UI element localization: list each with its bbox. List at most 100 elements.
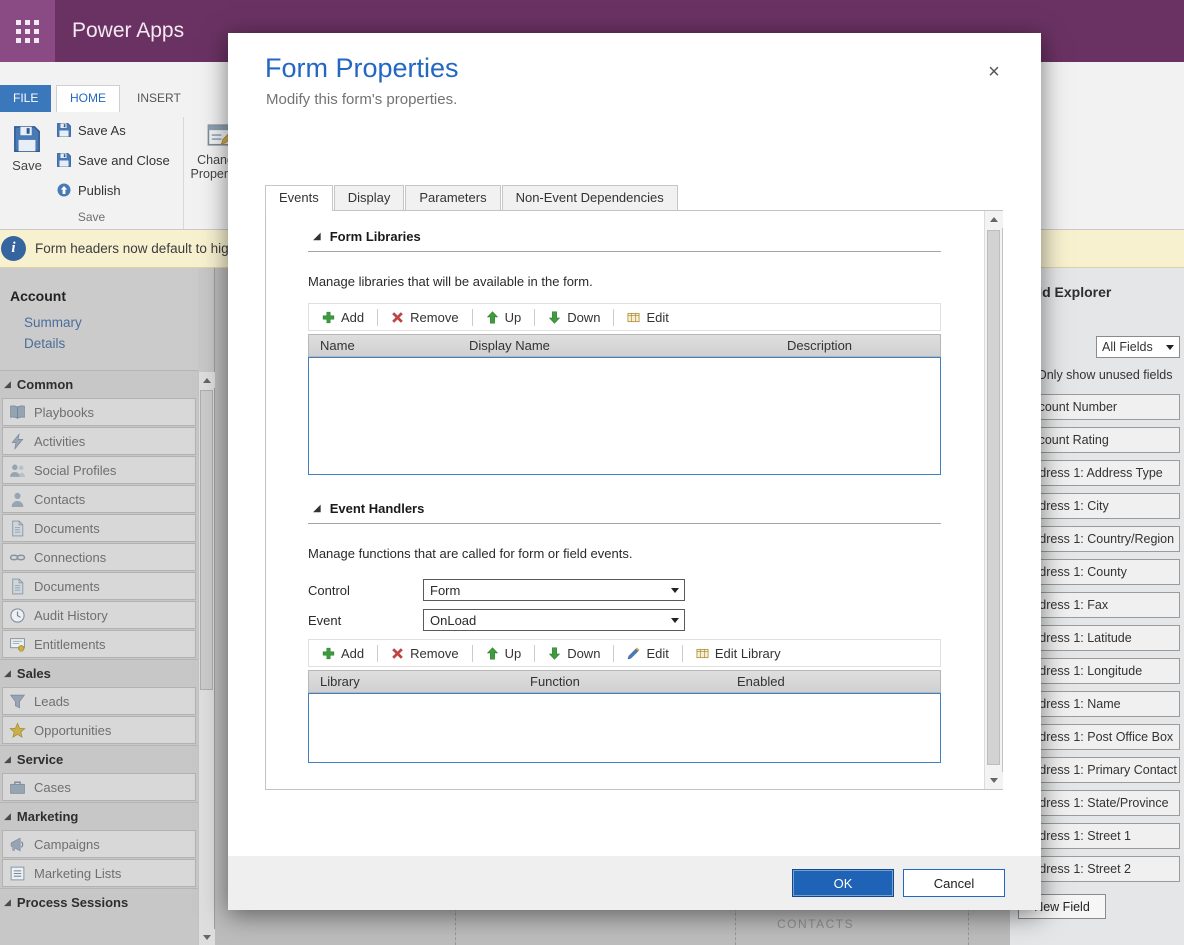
form-libraries-description: Manage libraries that will be available … xyxy=(308,274,941,289)
tool-label: Up xyxy=(505,646,522,661)
tab-events[interactable]: Events xyxy=(265,185,333,211)
scroll-up-button[interactable] xyxy=(985,211,1003,228)
tab-home[interactable]: HOME xyxy=(56,85,120,112)
scrollbar-thumb[interactable] xyxy=(987,230,1000,765)
sidebar-item-playbooks[interactable]: Playbooks xyxy=(2,398,196,426)
tab-parameters[interactable]: Parameters xyxy=(405,185,500,210)
up-button[interactable]: Up xyxy=(480,310,528,325)
add-icon xyxy=(322,647,335,660)
event-handlers-table-body[interactable] xyxy=(308,693,941,763)
field-item[interactable]: Address 1: Primary Contact Name xyxy=(1018,757,1180,783)
down-icon xyxy=(548,647,561,660)
playbooks-icon xyxy=(9,404,26,421)
sidebar-item-cases[interactable]: Cases xyxy=(2,773,196,801)
sidebar-item-social-profiles[interactable]: Social Profiles xyxy=(2,456,196,484)
unused-fields-label: Only show unused fields xyxy=(1037,368,1173,382)
nav-section-sales[interactable]: ◢ Sales xyxy=(0,659,198,686)
sidebar-item-activities[interactable]: Activities xyxy=(2,427,196,455)
sidebar-item-opportunities[interactable]: Opportunities xyxy=(2,716,196,744)
save-and-close-button[interactable]: Save and Close xyxy=(56,150,170,170)
nav-section-service[interactable]: ◢ Service xyxy=(0,745,198,772)
remove-icon xyxy=(391,647,404,660)
column-header: Library xyxy=(320,674,360,689)
nav-section-process-sessions[interactable]: ◢ Process Sessions xyxy=(0,888,198,915)
sidebar-item-audit-history[interactable]: Audit History xyxy=(2,601,196,629)
tab-file[interactable]: FILE xyxy=(0,85,51,112)
add-button[interactable]: Add xyxy=(316,310,370,325)
edit-button[interactable]: Edit xyxy=(621,310,674,325)
field-item[interactable]: Address 1: County xyxy=(1018,559,1180,585)
field-item[interactable]: Account Number xyxy=(1018,394,1180,420)
remove-button[interactable]: Remove xyxy=(385,646,464,661)
add-button[interactable]: Add xyxy=(316,646,370,661)
form-navigator: Account Summary Details ◢ Common Playboo… xyxy=(0,268,215,945)
nav-link-summary[interactable]: Summary xyxy=(10,312,198,333)
field-item[interactable]: Address 1: Street 2 xyxy=(1018,856,1180,882)
sidebar-item-label: Campaigns xyxy=(34,837,100,852)
dialog-scrollbar[interactable] xyxy=(984,211,1002,789)
arrow-up-icon xyxy=(203,378,211,383)
arrow-down-icon xyxy=(203,935,211,940)
field-filter-select[interactable]: All Fields xyxy=(1096,336,1180,358)
cancel-button[interactable]: Cancel xyxy=(903,869,1005,897)
nav-section-common[interactable]: ◢ Common xyxy=(0,370,198,397)
tab-non-event-dependencies[interactable]: Non-Event Dependencies xyxy=(502,185,678,210)
edit-button[interactable]: Edit xyxy=(621,646,674,661)
scrollbar-thumb[interactable] xyxy=(200,390,213,690)
sidebar-item-marketing-lists[interactable]: Marketing Lists xyxy=(2,859,196,887)
tab-display[interactable]: Display xyxy=(334,185,405,210)
scroll-down-button[interactable] xyxy=(985,772,1003,789)
sidebar-item-connections[interactable]: Connections xyxy=(2,543,196,571)
toolbar-separator xyxy=(472,645,473,662)
canvas-footer-tab-contacts[interactable]: CONTACTS xyxy=(777,917,854,931)
save-button[interactable]: Save xyxy=(4,124,50,173)
edit-library-button[interactable]: Edit Library xyxy=(690,646,787,661)
tab-insert[interactable]: INSERT xyxy=(124,85,194,112)
field-item[interactable]: Account Rating xyxy=(1018,427,1180,453)
publish-button[interactable]: Publish xyxy=(56,180,121,200)
field-item[interactable]: Address 1: Street 1 xyxy=(1018,823,1180,849)
field-item[interactable]: Address 1: Country/Region xyxy=(1018,526,1180,552)
nav-section-marketing[interactable]: ◢ Marketing xyxy=(0,802,198,829)
collapse-icon: ◢ xyxy=(4,755,11,764)
remove-button[interactable]: Remove xyxy=(385,310,464,325)
control-select[interactable]: Form xyxy=(423,579,685,601)
scroll-up-button[interactable] xyxy=(199,372,215,388)
down-button[interactable]: Down xyxy=(542,646,606,661)
dialog-tab-content: ◢ Form Libraries Manage libraries that w… xyxy=(265,210,1003,790)
tool-label: Remove xyxy=(410,310,458,325)
publish-label: Publish xyxy=(78,183,121,198)
field-item[interactable]: Address 1: Name xyxy=(1018,691,1180,717)
column-header: Enabled xyxy=(737,674,785,689)
form-libraries-table-body[interactable] xyxy=(308,357,941,475)
sidebar-item-contacts[interactable]: Contacts xyxy=(2,485,196,513)
navigator-scrollbar[interactable] xyxy=(198,372,214,945)
up-button[interactable]: Up xyxy=(480,646,528,661)
sidebar-item-campaigns[interactable]: Campaigns xyxy=(2,830,196,858)
field-filter-value: All Fields xyxy=(1102,340,1153,354)
scroll-down-button[interactable] xyxy=(199,929,215,945)
sidebar-item-entitlements[interactable]: Entitlements xyxy=(2,630,196,658)
sidebar-item-label: Documents xyxy=(34,579,100,594)
save-as-button[interactable]: Save As xyxy=(56,120,126,140)
dialog-title: Form Properties xyxy=(265,53,459,84)
sidebar-item-documents[interactable]: Documents xyxy=(2,514,196,542)
event-select[interactable]: OnLoad xyxy=(423,609,685,631)
ok-button[interactable]: OK xyxy=(792,869,894,897)
field-item[interactable]: Address 1: Longitude xyxy=(1018,658,1180,684)
field-item[interactable]: Address 1: City xyxy=(1018,493,1180,519)
field-item[interactable]: Address 1: Post Office Box xyxy=(1018,724,1180,750)
close-icon[interactable]: × xyxy=(983,61,1005,83)
event-handlers-section-header[interactable]: ◢ Event Handlers xyxy=(313,501,941,516)
nav-link-details[interactable]: Details xyxy=(10,333,198,354)
field-item[interactable]: Address 1: Address Type xyxy=(1018,460,1180,486)
form-libraries-section-header[interactable]: ◢ Form Libraries xyxy=(313,229,941,244)
field-item[interactable]: Address 1: Latitude xyxy=(1018,625,1180,651)
app-launcher-button[interactable] xyxy=(0,0,55,62)
field-item[interactable]: Address 1: State/Province xyxy=(1018,790,1180,816)
down-button[interactable]: Down xyxy=(542,310,606,325)
sidebar-item-leads[interactable]: Leads xyxy=(2,687,196,715)
activities-icon xyxy=(9,433,26,450)
sidebar-item-documents[interactable]: Documents xyxy=(2,572,196,600)
field-item[interactable]: Address 1: Fax xyxy=(1018,592,1180,618)
